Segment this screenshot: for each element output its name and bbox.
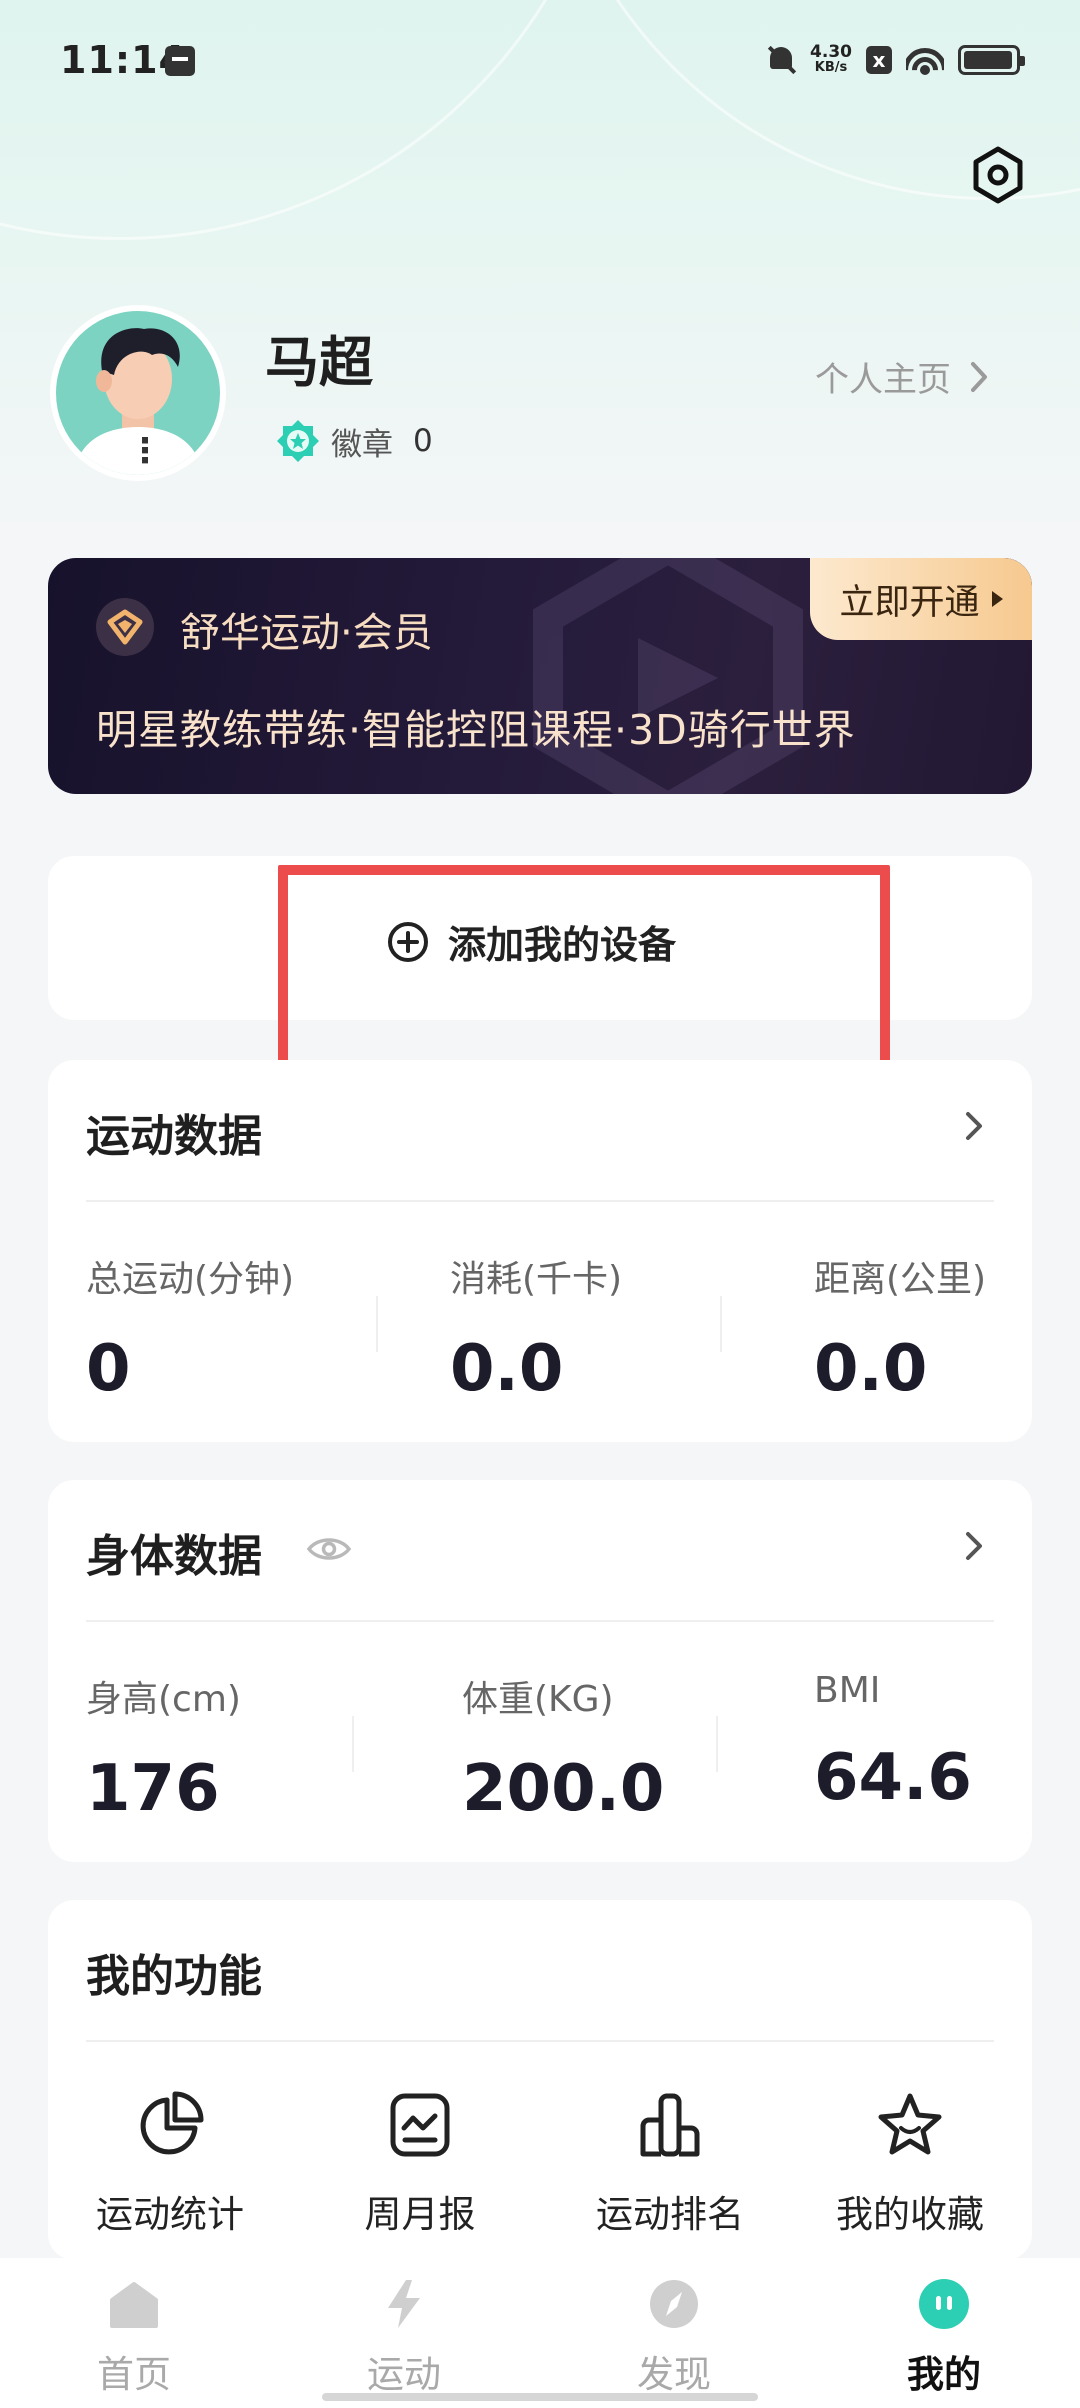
function-label: 我的收藏 [836, 2193, 984, 2236]
network-speed-unit: KB/s [814, 60, 848, 75]
nav-sports[interactable]: 运动 [314, 2276, 494, 2398]
stat-bmi: BMI 64.6 [814, 1670, 972, 1815]
personal-homepage-label: 个人主页 [815, 360, 951, 400]
member-logo-icon [96, 598, 154, 656]
member-banner[interactable]: 舒华运动·会员 明星教练带练·智能控阻课程·3D骑行世界 立即开通 [48, 558, 1032, 794]
member-description: 明星教练带练·智能控阻课程·3D骑行世界 [96, 706, 856, 754]
network-speed-value: 4.30 [810, 42, 852, 62]
stat-value: 64.6 [814, 1741, 972, 1815]
badge-label: 徽章 [331, 426, 393, 463]
body-data-card[interactable]: 身体数据 身高(cm) 176 体重(KG) 200.0 BMI 64.6 [48, 1480, 1032, 1862]
divider [352, 1716, 354, 1772]
function-weekly-report[interactable]: 周月报 [310, 2090, 530, 2238]
stat-label: 距离(公里) [814, 1259, 987, 1300]
status-bar: 11:14 4.30 KB/s x [0, 0, 1080, 110]
divider [376, 1296, 378, 1352]
eye-icon[interactable] [306, 1534, 352, 1564]
sim-status-icon: x [866, 46, 892, 74]
stat-value: 0.0 [450, 1332, 564, 1406]
function-label: 运动排名 [596, 2193, 744, 2236]
sports-data-card[interactable]: 运动数据 总运动(分钟) 0 消耗(千卡) 0.0 距离(公里) 0.0 [48, 1060, 1032, 1442]
username: 马超 [265, 331, 373, 394]
stat-label: 总运动(分钟) [86, 1259, 295, 1300]
badge-icon [277, 420, 319, 462]
nav-mine[interactable]: 我的 [854, 2276, 1034, 2398]
sports-data-title: 运动数据 [86, 1111, 262, 1162]
divider [720, 1296, 722, 1352]
settings-button[interactable] [968, 145, 1028, 205]
avatar[interactable]: ⋮ [50, 305, 226, 481]
stat-label: 体重(KG) [462, 1679, 614, 1720]
banner-decoration-icon [533, 558, 803, 794]
compass-icon [650, 2280, 698, 2328]
my-functions-card: 我的功能 运动统计 周月报 运动排名 我的收藏 [48, 1900, 1032, 2260]
wifi-icon [906, 45, 944, 75]
function-label: 运动统计 [96, 2193, 244, 2236]
calendar-icon [165, 46, 195, 76]
stat-value: 200.0 [462, 1752, 665, 1826]
stat-label: BMI [814, 1670, 881, 1711]
lightning-icon [388, 2280, 420, 2328]
nav-discover[interactable]: 发现 [584, 2276, 764, 2398]
avatar-menu-icon: ⋮ [128, 431, 162, 471]
function-label: 周月报 [364, 2193, 476, 2236]
home-icon [110, 2282, 158, 2328]
stat-label: 身高(cm) [86, 1679, 241, 1720]
nav-label: 运动 [367, 2353, 441, 2396]
star-icon [878, 2093, 942, 2155]
personal-homepage-link[interactable]: 个人主页 [815, 352, 989, 401]
divider [86, 1200, 994, 1202]
function-sports-stats[interactable]: 运动统计 [60, 2090, 280, 2238]
battery-icon [958, 45, 1025, 75]
stat-label: 消耗(千卡) [450, 1259, 623, 1300]
stat-calories: 消耗(千卡) 0.0 [450, 1250, 622, 1406]
function-favorites[interactable]: 我的收藏 [800, 2090, 1020, 2238]
stat-height: 身高(cm) 176 [86, 1670, 241, 1826]
stat-distance: 距离(公里) 0.0 [814, 1250, 986, 1406]
chevron-right-icon [971, 361, 987, 392]
stat-value: 0.0 [814, 1332, 928, 1406]
chevron-right-icon[interactable] [956, 1108, 992, 1144]
nav-label: 发现 [637, 2353, 711, 2396]
network-speed: 4.30 KB/s [810, 44, 852, 76]
nav-home[interactable]: 首页 [44, 2276, 224, 2398]
bell-mute-icon [766, 44, 796, 76]
function-ranking[interactable]: 运动排名 [560, 2090, 780, 2238]
bottom-nav: 首页 运动 发现 我的 [0, 2258, 1080, 2408]
stat-value: 0 [86, 1332, 131, 1406]
open-membership-label: 立即开通 [839, 582, 980, 623]
stat-total-exercise: 总运动(分钟) 0 [86, 1250, 294, 1406]
home-indicator [322, 2393, 758, 2401]
badge-count: 0 [413, 423, 433, 459]
ranking-icon [640, 2093, 700, 2157]
pie-chart-icon [140, 2091, 204, 2155]
member-title: 舒华运动·会员 [180, 610, 433, 656]
divider [716, 1716, 718, 1772]
divider [86, 1620, 994, 1622]
body-data-title: 身体数据 [86, 1531, 262, 1582]
report-icon [390, 2093, 450, 2157]
nav-label: 我的 [907, 2353, 981, 2396]
stat-value: 176 [86, 1752, 220, 1826]
open-membership-button[interactable]: 立即开通 [810, 558, 1032, 640]
settings-hex-icon [973, 146, 1023, 204]
badge-row[interactable]: 徽章 0 [275, 418, 433, 464]
profile-face-icon [919, 2279, 969, 2329]
my-functions-title: 我的功能 [86, 1951, 262, 2002]
stat-weight: 体重(KG) 200.0 [462, 1670, 664, 1826]
play-arrow-icon [991, 591, 1003, 607]
divider [86, 2040, 994, 2042]
nav-label: 首页 [97, 2353, 171, 2396]
chevron-right-icon[interactable] [956, 1528, 992, 1564]
highlight-box [278, 865, 890, 1070]
